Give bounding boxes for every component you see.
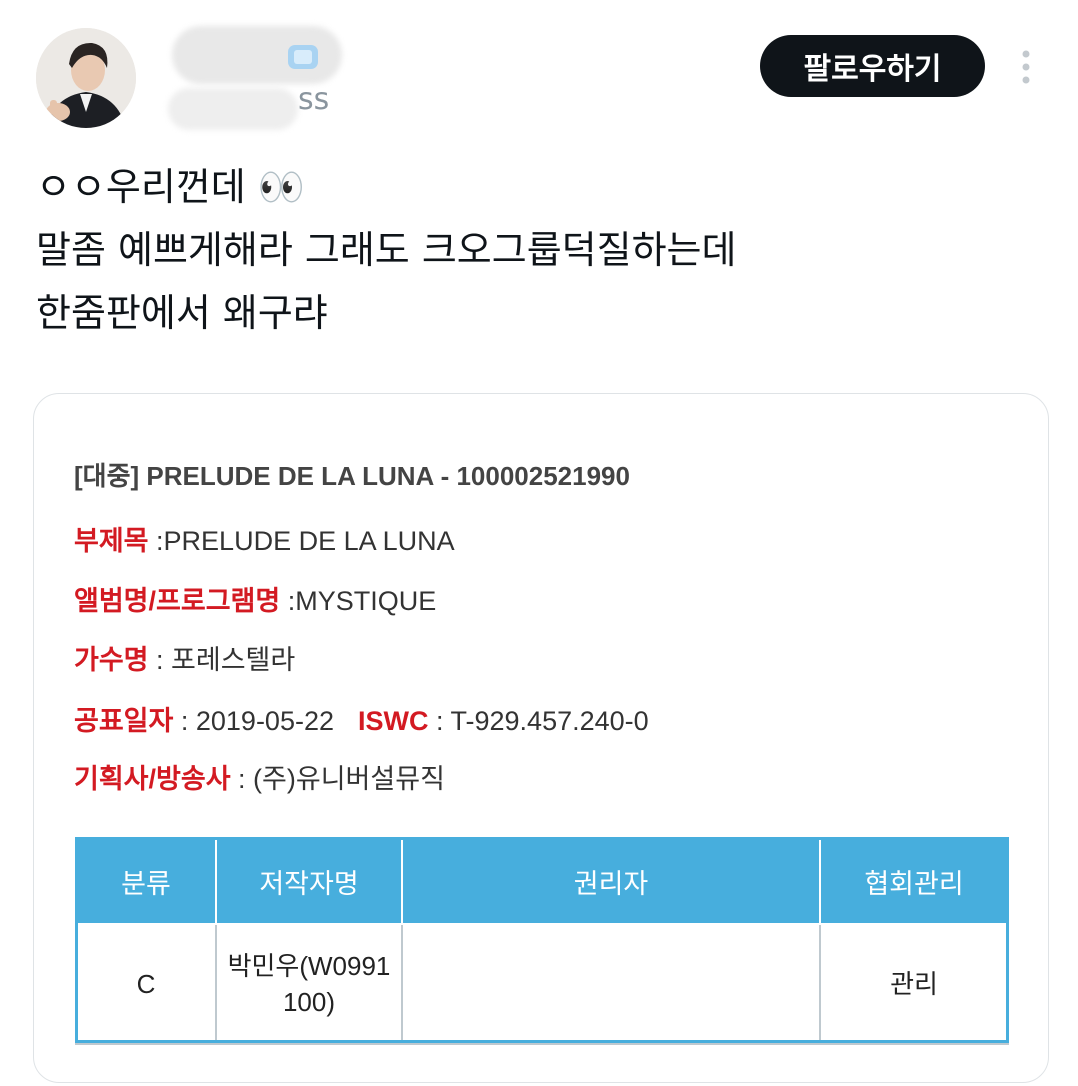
cell-author: 박민우(W0991 100) [215,923,403,1045]
tweet-line-1: ㅇㅇ우리껀데 👀 [36,165,306,209]
tweet-line-3: 한줌판에서 왜구랴 [36,291,328,335]
verified-badge-icon [288,45,318,69]
record-date-row: 공표일자 : 2019-05-22 ISWC : T-929.457.240-0 [74,699,649,738]
author-line-1: 박민우(W0991 [227,951,391,981]
cell-category: C [75,923,217,1045]
author-line-2: 100) [282,987,336,1017]
table-header-row: 분류 저작자명 권리자 협회관리 [75,837,1009,925]
iswc-label: ISWC [358,706,429,736]
album-value: :MYSTIQUE [280,586,437,616]
record-title: [대중] PRELUDE DE LA LUNA - 100002521990 [74,461,630,491]
rights-table: 분류 저작자명 권리자 협회관리 C 박민우(W0991 100) 관리 [75,837,1009,1045]
artist-label: 가수명 [74,645,149,675]
subtitle-value: :PRELUDE DE LA LUNA [148,526,455,556]
table-row: C 박민우(W0991 100) 관리 [75,923,1009,1045]
record-artist-row: 가수명 : 포레스텔라 [74,638,295,677]
avatar-image [36,28,136,128]
company-label: 기획사/방송사 [74,764,231,794]
tweet-line-2: 말좀 예쁘게해라 그래도 크오그룹덕질하는데 [36,228,737,272]
tweet-text: ㅇㅇ우리껀데 👀 말좀 예쁘게해라 그래도 크오그룹덕질하는데 한줌판에서 왜구… [36,156,1046,345]
date-label: 공표일자 [74,706,174,736]
date-value: : 2019-05-22 [173,706,334,736]
cell-management: 관리 [819,923,1009,1045]
handle-suffix: ss [298,82,330,117]
record-subtitle-row: 부제목 :PRELUDE DE LA LUNA [74,519,455,558]
company-value: : (주)유니버설뮤직 [230,764,445,794]
album-label: 앨범명/프로그램명 [74,586,281,616]
handle-blurred [168,88,298,130]
attached-image-card[interactable]: [대중] PRELUDE DE LA LUNA - 100002521990 부… [33,393,1049,1083]
header-management: 협회관리 [819,837,1009,925]
record-company-row: 기획사/방송사 : (주)유니버설뮤직 [74,757,445,796]
header-rights-holder: 권리자 [401,837,821,925]
more-options-icon[interactable] [1014,48,1038,86]
profile-avatar[interactable] [36,28,136,128]
cell-rights-holder [401,923,821,1045]
iswc-value: : T-929.457.240-0 [428,706,649,736]
header-category: 분류 [75,837,217,925]
header-author: 저작자명 [215,837,403,925]
follow-button[interactable]: 팔로우하기 [760,35,985,97]
subtitle-label: 부제목 [74,526,149,556]
record-album-row: 앨범명/프로그램명 :MYSTIQUE [74,579,436,618]
artist-value: : 포레스텔라 [148,645,296,675]
